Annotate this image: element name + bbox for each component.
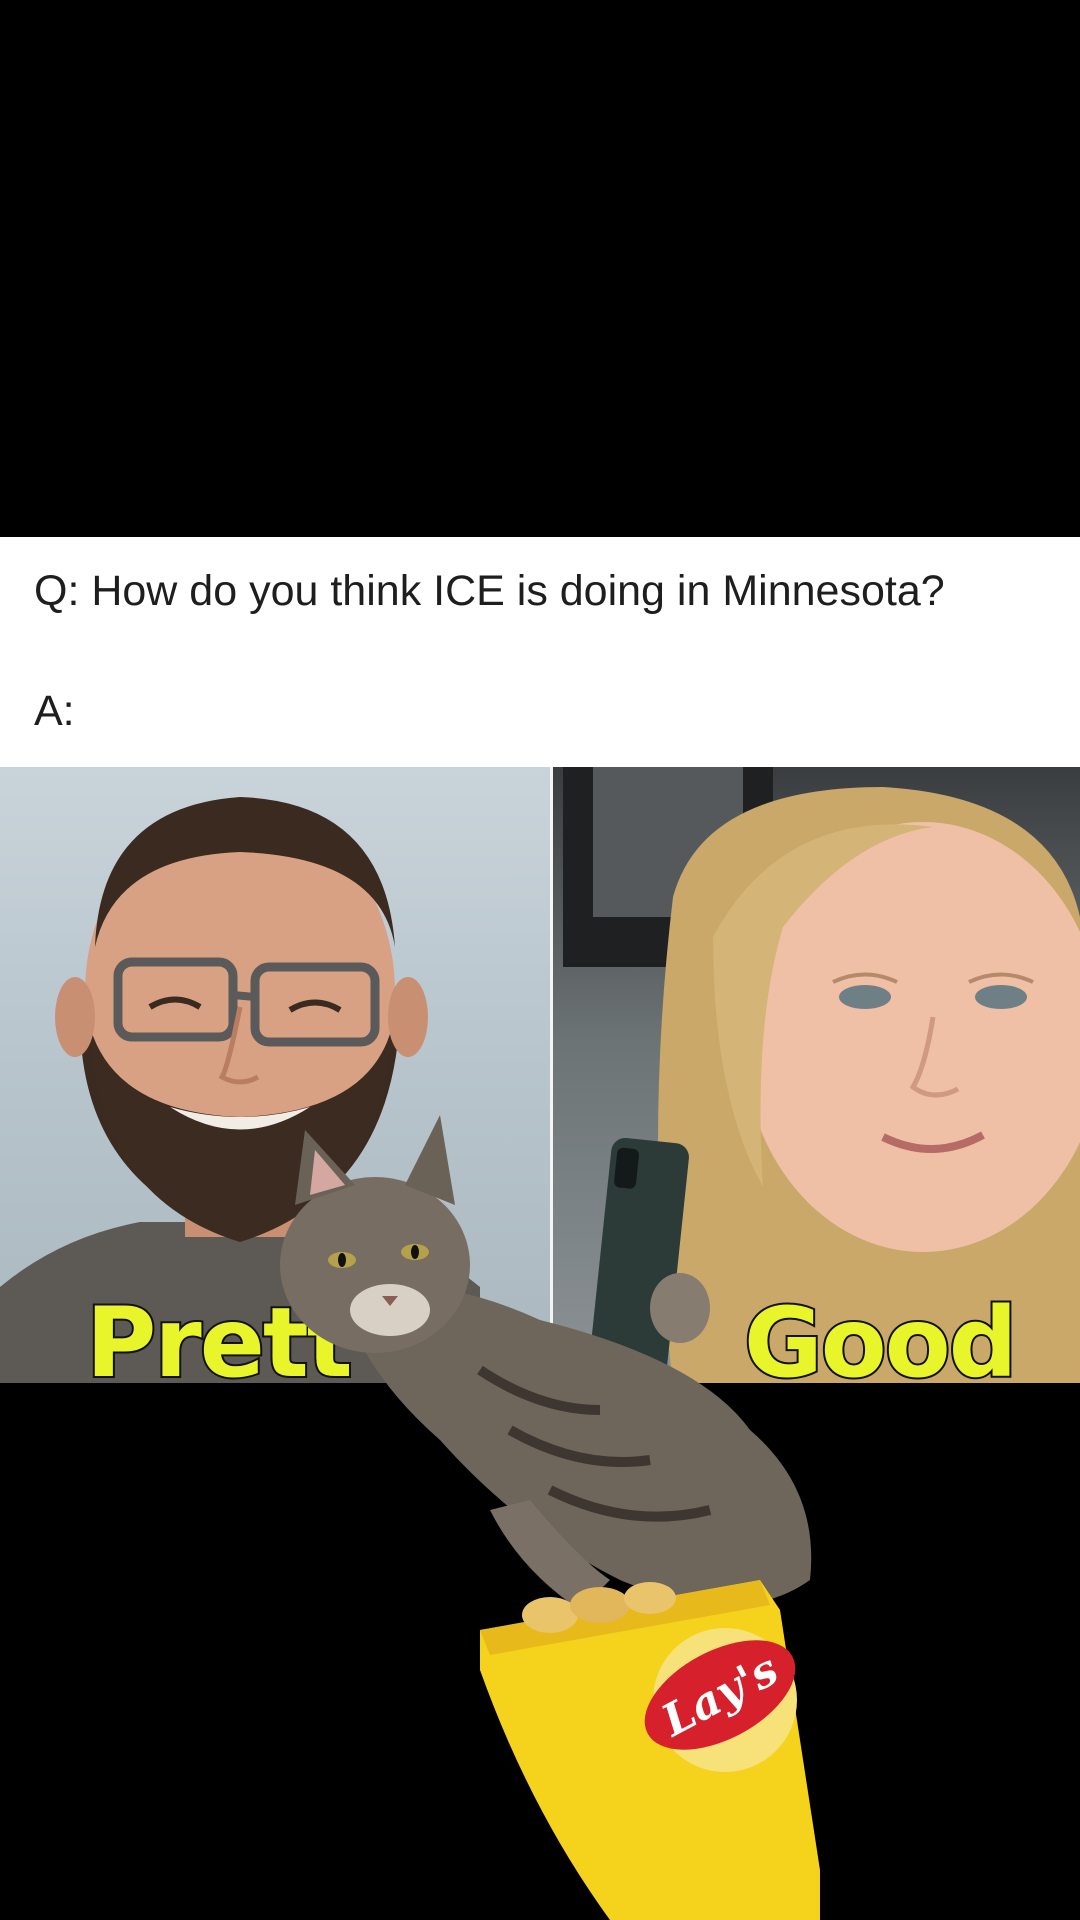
answer-label: A: bbox=[34, 687, 75, 735]
question-text: Q: How do you think ICE is doing in Minn… bbox=[34, 567, 945, 615]
top-letterbox bbox=[0, 0, 1080, 537]
cat-sticker: Lay's bbox=[280, 1115, 820, 1920]
chip-bag: Lay's bbox=[480, 1580, 820, 1920]
meme-text-header: Q: How do you think ICE is doing in Minn… bbox=[0, 537, 1080, 767]
